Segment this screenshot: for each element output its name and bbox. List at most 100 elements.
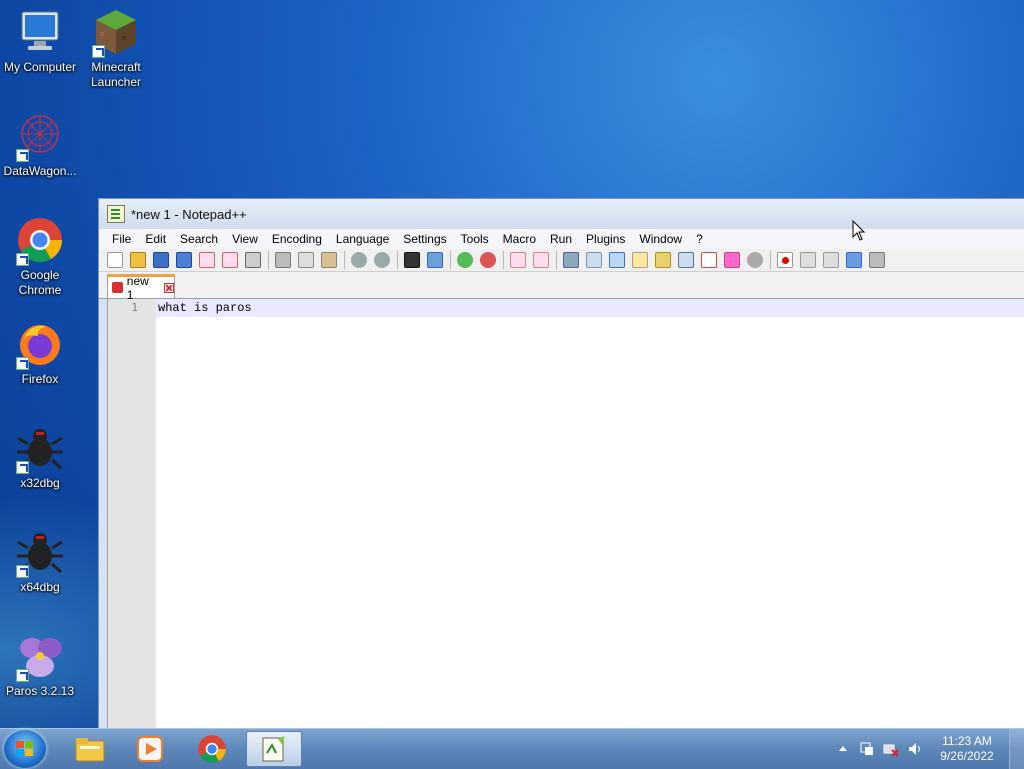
desktop-icon-label: My Computer: [3, 60, 77, 74]
desktop-icon-x64dbg[interactable]: x64dbg: [0, 528, 80, 595]
zoom-in-icon[interactable]: [457, 252, 473, 268]
desktop-icon-my-computer[interactable]: My Computer: [0, 8, 80, 75]
desktop-icon-datawagon[interactable]: DataWagon...: [0, 112, 80, 179]
run-macro-multiple-icon[interactable]: [846, 252, 862, 268]
tab-new-1[interactable]: new 1: [107, 274, 175, 302]
desktop-icon-firefox[interactable]: Firefox: [0, 320, 80, 387]
open-file-icon[interactable]: [130, 252, 146, 268]
undo-icon[interactable]: [351, 252, 367, 268]
desktop-icon-label: Firefox: [21, 372, 59, 386]
find-icon[interactable]: [404, 252, 420, 268]
mouse-cursor-icon: [852, 220, 866, 241]
start-button[interactable]: [4, 730, 46, 768]
stop-recording-icon[interactable]: [800, 252, 816, 268]
menu-bar: File Edit Search View Encoding Language …: [99, 229, 1024, 249]
network-disconnected-icon[interactable]: [883, 741, 899, 757]
toolbar-separator: [397, 251, 398, 269]
taskbar-chrome-button[interactable]: [184, 731, 240, 767]
menu-help[interactable]: ?: [689, 232, 710, 246]
sync-horizontal-icon[interactable]: [533, 252, 549, 268]
menu-window[interactable]: Window: [632, 232, 689, 246]
notepad-plus-plus-window: *new 1 - Notepad++ File Edit Search View…: [98, 198, 1024, 730]
desktop-icon-google-chrome[interactable]: Google Chrome: [0, 216, 80, 298]
toolbar: [99, 249, 1024, 272]
zoom-out-icon[interactable]: [480, 252, 496, 268]
menu-macro[interactable]: Macro: [496, 232, 543, 246]
close-tab-icon[interactable]: [164, 282, 175, 293]
desktop-icon-label: DataWagon...: [3, 164, 77, 178]
desktop-icon-x32dbg[interactable]: x32dbg: [0, 424, 80, 491]
volume-icon[interactable]: [907, 741, 923, 757]
windows-logo-icon: [16, 741, 34, 757]
desktop-icon-label: x64dbg: [20, 580, 60, 594]
show-hidden-icons-icon[interactable]: [835, 741, 851, 757]
chrome-icon: [198, 735, 226, 763]
word-wrap-icon[interactable]: [563, 252, 579, 268]
line-number-gutter: [108, 299, 156, 729]
document-list-icon[interactable]: [678, 252, 694, 268]
save-macro-icon[interactable]: [869, 252, 885, 268]
toolbar-separator: [450, 251, 451, 269]
window-title: *new 1 - Notepad++: [131, 206, 247, 222]
menu-edit[interactable]: Edit: [138, 232, 173, 246]
action-center-icon[interactable]: [859, 741, 875, 757]
print-icon[interactable]: [245, 252, 261, 268]
tab-bar: new 1: [99, 272, 1024, 302]
current-line-highlight: [156, 299, 1024, 317]
record-macro-icon[interactable]: [777, 252, 793, 268]
menu-run[interactable]: Run: [543, 232, 579, 246]
redo-icon[interactable]: [374, 252, 390, 268]
folder-as-workspace-icon[interactable]: [724, 252, 740, 268]
function-list-icon[interactable]: [701, 252, 717, 268]
menu-encoding[interactable]: Encoding: [265, 232, 329, 246]
taskbar-notepad-plus-plus-button[interactable]: [246, 731, 302, 767]
minecraft-icon: [92, 8, 140, 58]
menu-language[interactable]: Language: [329, 232, 396, 246]
toolbar-separator: [503, 251, 504, 269]
replace-icon[interactable]: [427, 252, 443, 268]
save-all-icon[interactable]: [176, 252, 192, 268]
window-titlebar[interactable]: *new 1 - Notepad++: [99, 199, 1024, 229]
sync-vertical-icon[interactable]: [510, 252, 526, 268]
cut-icon[interactable]: [275, 252, 291, 268]
new-file-icon[interactable]: [107, 252, 123, 268]
desktop-icon-label: Paros 3.2.13: [5, 684, 75, 698]
close-all-icon[interactable]: [222, 252, 238, 268]
paste-icon[interactable]: [321, 252, 337, 268]
toolbar-separator: [770, 251, 771, 269]
menu-search[interactable]: Search: [173, 232, 225, 246]
bug-icon: [16, 528, 64, 578]
document-map-icon[interactable]: [655, 252, 671, 268]
show-all-characters-icon[interactable]: [586, 252, 602, 268]
save-icon[interactable]: [153, 252, 169, 268]
copy-icon[interactable]: [298, 252, 314, 268]
desktop-icon-label: Minecraft Launcher: [90, 60, 142, 89]
folder-icon: [75, 738, 105, 762]
menu-view[interactable]: View: [225, 232, 265, 246]
editor-text-line[interactable]: what is paros: [158, 301, 252, 315]
monitoring-icon[interactable]: [747, 252, 763, 268]
clock[interactable]: 11:23 AM 9/26/2022: [931, 734, 1003, 764]
user-language-icon[interactable]: [632, 252, 648, 268]
firefox-icon: [16, 320, 64, 370]
playback-macro-icon[interactable]: [823, 252, 839, 268]
editor-area[interactable]: 1 what is paros: [107, 299, 1024, 729]
close-file-icon[interactable]: [199, 252, 215, 268]
taskbar-explorer-button[interactable]: [62, 731, 118, 767]
shortcut-arrow-icon: [16, 149, 29, 162]
show-desktop-button[interactable]: [1009, 729, 1024, 769]
taskbar-media-player-button[interactable]: [122, 731, 178, 767]
menu-tools[interactable]: Tools: [454, 232, 496, 246]
indent-guide-icon[interactable]: [609, 252, 625, 268]
toolbar-separator: [268, 251, 269, 269]
clock-date: 9/26/2022: [940, 749, 994, 763]
menu-settings[interactable]: Settings: [396, 232, 453, 246]
notepad-plus-plus-icon: [107, 205, 125, 223]
desktop-icon-label: Google Chrome: [18, 268, 62, 297]
desktop-icon-paros[interactable]: Paros 3.2.13: [0, 632, 80, 699]
shortcut-arrow-icon: [16, 565, 29, 578]
menu-file[interactable]: File: [105, 232, 138, 246]
bug-icon: [16, 424, 64, 474]
desktop-icon-minecraft-launcher[interactable]: Minecraft Launcher: [76, 8, 156, 90]
menu-plugins[interactable]: Plugins: [579, 232, 632, 246]
